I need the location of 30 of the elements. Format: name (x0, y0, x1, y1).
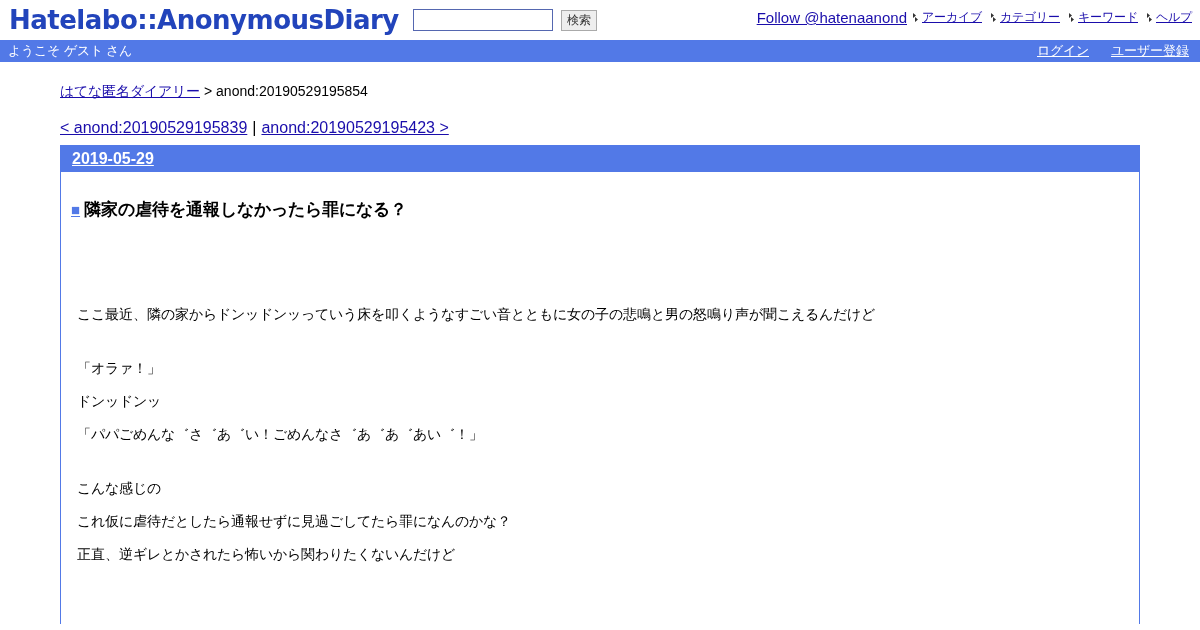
date-link[interactable]: 2019-05-29 (72, 150, 154, 168)
breadcrumb-link[interactable]: はてな匿名ダイアリー (60, 83, 200, 101)
site-logo[interactable]: Hatelabo::AnonymousDiary (9, 5, 399, 35)
account-link[interactable]: ログイン (1037, 42, 1089, 60)
search-button[interactable]: 検索 (560, 9, 597, 31)
paragraph: 「オラァ！」 (77, 359, 161, 377)
nav-link[interactable]: アーカイブ (922, 9, 982, 26)
nav-link[interactable]: ヘルプ (1156, 9, 1192, 26)
nav-link[interactable]: キーワード (1078, 9, 1138, 26)
arrow-icon (1147, 13, 1153, 22)
entry-title: 隣家の虐待を通報しなかったら罪になる？ (84, 199, 408, 221)
follow-link[interactable]: Follow @hatenaanond (756, 9, 907, 26)
paragraph: ドンッドンッ (77, 392, 161, 410)
paragraph: 「パパごめんな゛さ゛あ゛い！ごめんなさ゛あ゛あ゛あい゛！」 (77, 425, 483, 443)
separator-text: | (252, 119, 257, 137)
permalink-mark[interactable]: ■ (71, 201, 81, 218)
account-link[interactable]: ユーザー登録 (1111, 42, 1189, 60)
arrow-icon (913, 13, 919, 22)
previous-entry-link[interactable]: < anond:20190529195839 (60, 119, 248, 137)
arrow-icon (991, 13, 997, 22)
next-entry-link[interactable]: anond:20190529195423 > (261, 119, 449, 137)
paragraph: ここ最近、隣の家からドンッドンッっていう床を叩くようなすごい音とともに女の子の悲鳴と男の怒鳴り声が聞こえるんだけど (77, 305, 875, 323)
arrow-icon (1069, 13, 1075, 22)
welcome-text: ようこそ ゲスト さん (8, 42, 133, 60)
breadcrumb-text: > anond:20190529195854 (204, 83, 368, 101)
paragraph: 正直、逆ギレとかされたら怖いから関わりたくないんだけど (77, 545, 455, 563)
search-field[interactable] (412, 9, 553, 31)
nav-link[interactable]: カテゴリー (1000, 9, 1060, 26)
paragraph: こんな感じの (77, 479, 161, 497)
paragraph: これ仮に虐待だとしたら通報せずに見過ごしてたら罪になんのかな？ (77, 512, 511, 530)
